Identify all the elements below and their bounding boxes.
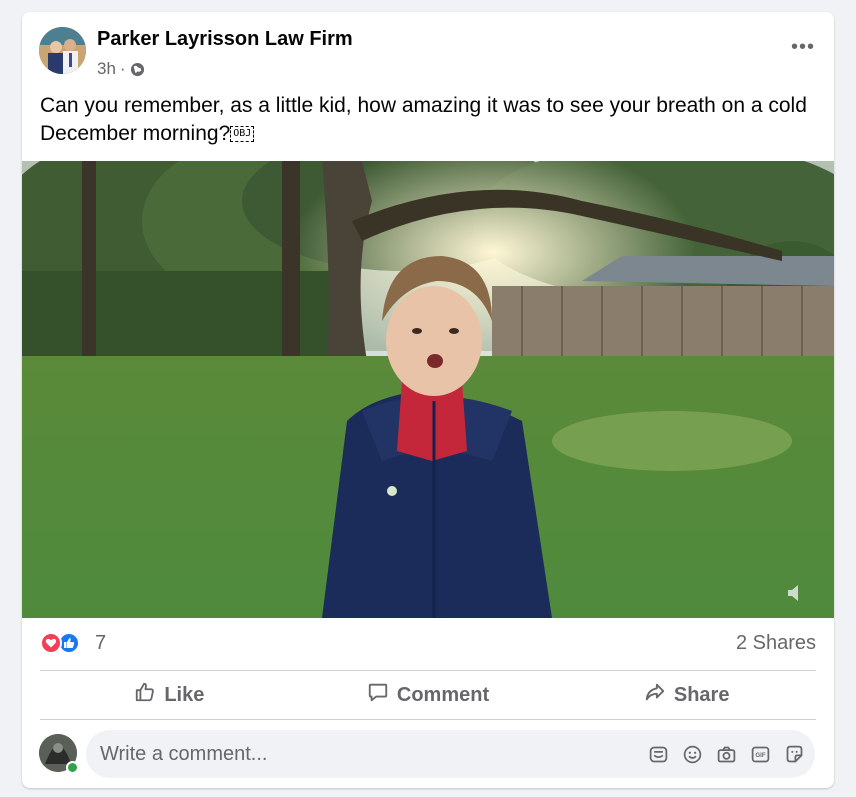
gif-icon[interactable]: GIF (749, 743, 771, 765)
post-meta: 3h · (97, 59, 145, 79)
meta-separator: · (119, 59, 126, 78)
object-replacement-glyph: OBJ (230, 126, 255, 143)
more-icon: ••• (790, 35, 815, 58)
volume-icon[interactable] (786, 582, 806, 604)
page-name[interactable]: Parker Layrisson Law Firm (97, 28, 353, 51)
thumbs-up-icon (134, 681, 156, 709)
post-body: Can you remember, as a little kid, how a… (40, 94, 807, 145)
reactions-summary: 7 2 Shares (40, 628, 816, 660)
page-avatar[interactable] (39, 27, 86, 74)
globe-icon (130, 62, 145, 77)
post-card: Parker Layrisson Law Firm 3h · ••• Can y… (22, 12, 834, 788)
divider (40, 719, 816, 720)
like-label: Like (164, 683, 205, 706)
avatar-sticker-icon[interactable] (783, 743, 805, 765)
post-timestamp[interactable]: 3h (97, 59, 116, 79)
reaction-count[interactable]: 7 (95, 632, 106, 655)
sticker-icon[interactable] (647, 743, 669, 765)
post-actions: Like Comment Share (40, 671, 816, 719)
video-frame (22, 161, 834, 618)
camera-icon[interactable] (715, 743, 737, 765)
more-options-button[interactable]: ••• (786, 32, 820, 62)
emoji-icon[interactable] (681, 743, 703, 765)
share-button[interactable]: Share (557, 671, 816, 719)
comment-label: Comment (396, 683, 490, 706)
comment-input[interactable] (86, 730, 606, 778)
comment-button[interactable]: Comment (299, 671, 558, 719)
post-text: Can you remember, as a little kid, how a… (40, 92, 820, 148)
share-label: Share (673, 683, 730, 706)
comment-icon (367, 681, 389, 709)
love-icon (40, 632, 62, 654)
user-avatar[interactable] (39, 734, 79, 774)
shares-count[interactable]: 2 Shares (736, 632, 816, 655)
online-status-indicator (66, 761, 79, 774)
comment-box: GIF (86, 730, 815, 778)
video-player[interactable] (22, 161, 834, 618)
like-button[interactable]: Like (40, 671, 299, 719)
share-icon (644, 681, 666, 709)
svg-text:GIF: GIF (755, 752, 765, 759)
reaction-icons[interactable] (40, 632, 80, 654)
comment-composer: GIF (39, 730, 817, 780)
post-header: Parker Layrisson Law Firm 3h · ••• (22, 12, 834, 92)
comment-tools: GIF (647, 743, 805, 765)
